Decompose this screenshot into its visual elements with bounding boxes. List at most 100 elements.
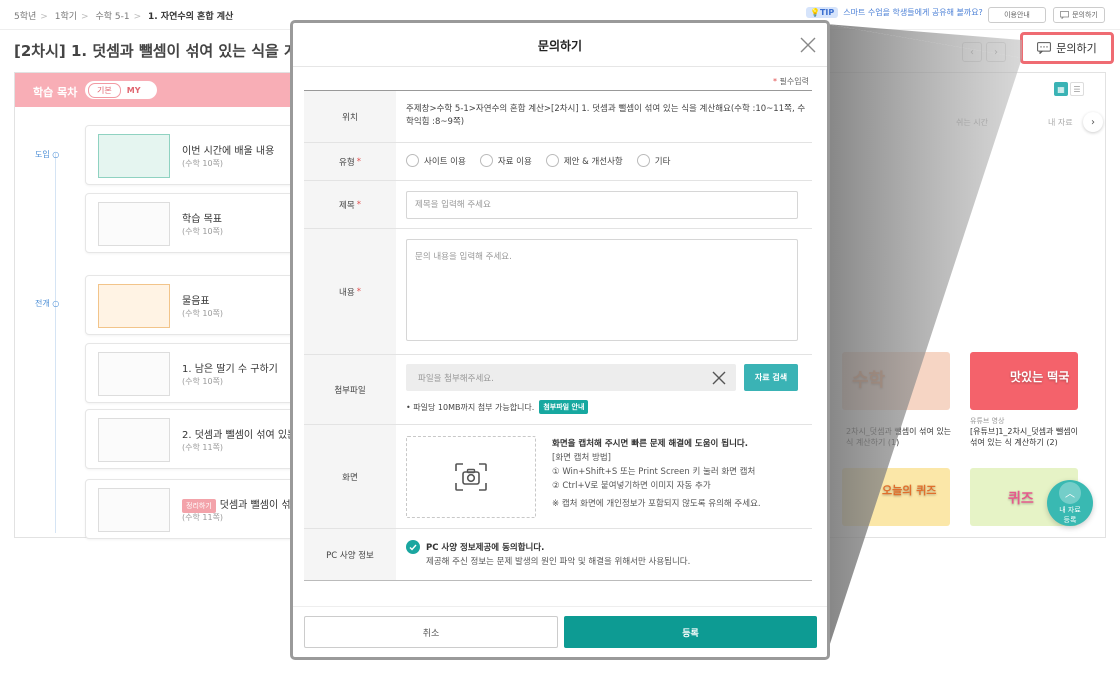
chevron-up-icon: ︿ bbox=[1059, 481, 1081, 504]
stage-development: 전개 ○ bbox=[35, 299, 60, 308]
pc-info-row: PC 사양 정보 PC 사양 정보제공에 동의합니다. 제공해 주신 정보는 문… bbox=[304, 529, 812, 581]
lesson-card[interactable]: 물음표 (수학 10쪽) bbox=[85, 275, 309, 335]
lesson-thumbnail bbox=[98, 418, 170, 462]
lesson-thumbnail bbox=[98, 134, 170, 178]
radio-circle[interactable] bbox=[545, 154, 559, 167]
type-option-material[interactable]: 자료 이용 bbox=[479, 154, 532, 167]
subject-label: 제목 * bbox=[304, 181, 396, 228]
bulb-icon: 💡 bbox=[810, 8, 820, 17]
location-row: 위치 주제창>수학 5-1>자연수의 혼합 계산>[2차시] 1. 덧셈과 뺄셈… bbox=[304, 91, 812, 143]
lesson-card[interactable]: 2. 덧셈과 뺄셈이 섞여 있는 식을 (수학 11쪽) bbox=[85, 409, 318, 469]
subject-row: 제목 * bbox=[304, 181, 812, 229]
lesson-thumbnail bbox=[98, 284, 170, 328]
type-row: 유형 * 사이트 이용 자료 이용 제안 & 개선사항 기타 bbox=[304, 143, 812, 181]
lesson-card[interactable]: 이번 시간에 배울 내용 (수학 10쪽) bbox=[85, 125, 309, 185]
submit-button[interactable]: 등록 bbox=[564, 616, 817, 648]
type-option-other[interactable]: 기타 bbox=[636, 154, 670, 167]
capture-instructions: 화면을 캡처해 주시면 빠른 문제 해결에 도움이 됩니다. [화면 캡처 방법… bbox=[552, 439, 761, 510]
file-note: • 파일당 10MB까지 첨부 가능합니다. 첨부파일 안내 bbox=[406, 400, 589, 414]
usage-guide-button[interactable]: 이용안내 bbox=[988, 7, 1046, 23]
media-thumbnail[interactable]: 맛있는 떡국 bbox=[970, 352, 1078, 410]
chat-icon bbox=[1037, 42, 1052, 54]
toc-toggle[interactable]: 기본 MY bbox=[85, 81, 157, 99]
modal-header: 문의하기 bbox=[293, 23, 827, 67]
inquiry-form: 위치 주제창>수학 5-1>자연수의 혼합 계산>[2차시] 1. 덧셈과 뺄셈… bbox=[304, 90, 812, 581]
close-button[interactable] bbox=[798, 35, 818, 55]
lesson-thumbnail bbox=[98, 352, 170, 396]
tip-badge: 💡TIP bbox=[806, 7, 839, 18]
pc-info-checkbox[interactable] bbox=[406, 540, 420, 554]
tabs-next-icon[interactable]: › bbox=[1083, 112, 1103, 132]
type-option-site[interactable]: 사이트 이용 bbox=[406, 154, 466, 167]
next-arrow-icon[interactable]: › bbox=[986, 42, 1006, 62]
top-inquiry-button[interactable]: 문의하기 bbox=[1053, 7, 1105, 23]
subject-input[interactable] bbox=[406, 191, 798, 219]
content-label: 내용 * bbox=[304, 229, 396, 354]
lesson-thumbnail bbox=[98, 202, 170, 246]
radio-circle[interactable] bbox=[636, 154, 650, 167]
tab-my-materials[interactable]: 내 자료 bbox=[1048, 117, 1073, 128]
location-value: 주제창>수학 5-1>자연수의 혼합 계산>[2차시] 1. 덧셈과 뺄셈이 섞… bbox=[406, 104, 806, 128]
media-thumbnail[interactable]: 오늘의 퀴즈 bbox=[842, 468, 950, 526]
type-option-suggestion[interactable]: 제안 & 개선사항 bbox=[545, 154, 623, 167]
pc-info-text: PC 사양 정보제공에 동의합니다. 제공해 주신 정보는 문제 발생의 원인 … bbox=[426, 543, 691, 568]
content-row: 내용 * bbox=[304, 229, 812, 355]
footer-divider bbox=[293, 606, 827, 607]
check-icon bbox=[409, 544, 417, 551]
pc-info-label: PC 사양 정보 bbox=[304, 529, 396, 580]
lesson-card[interactable]: 정리하기 덧셈과 뺄셈이 섞여 있는 (수학 11쪽) bbox=[85, 479, 321, 539]
screen-row: 화면 화면을 캡처해 주시면 빠른 문제 해결에 도움이 됩니다. [화면 캡처… bbox=[304, 425, 812, 529]
breadcrumb-subject[interactable]: 수학 5-1 bbox=[95, 12, 129, 22]
tip-text: 스마트 수업을 학생들에게 공유해 볼까요? bbox=[843, 8, 983, 17]
tip-banner[interactable]: 💡TIP 스마트 수업을 학생들에게 공유해 볼까요? bbox=[806, 7, 983, 18]
toggle-my[interactable]: MY bbox=[127, 86, 141, 95]
file-search-button[interactable]: 자료 검색 bbox=[744, 364, 798, 391]
lesson-nav: ‹ › bbox=[962, 42, 1006, 62]
toc-header: 학습 목차 기본 MY bbox=[15, 73, 315, 107]
timeline-line bbox=[55, 153, 56, 533]
attachment-label: 첨부파일 bbox=[304, 355, 396, 424]
location-label: 위치 bbox=[304, 91, 396, 142]
capture-dropzone[interactable] bbox=[406, 436, 536, 518]
type-label: 유형 * bbox=[304, 143, 396, 180]
register-material-button[interactable]: ︿ 내 자료 등록 bbox=[1047, 480, 1093, 526]
summary-badge: 정리하기 bbox=[182, 499, 216, 513]
media-title[interactable]: 2차시_덧셈과 뺄셈이 섞여 있는 식 계산하기 (1) bbox=[846, 426, 958, 448]
view-toggle: ▦ ☰ bbox=[1054, 82, 1084, 96]
clear-file-icon[interactable] bbox=[710, 369, 728, 387]
stage-intro: 도입 ○ bbox=[35, 150, 60, 159]
toggle-basic[interactable]: 기본 bbox=[88, 82, 121, 98]
breadcrumb: 5학년 > 1학기 > 수학 5-1 > 1. 자연수의 혼합 계산 bbox=[14, 12, 234, 22]
type-radio-group: 사이트 이용 자료 이용 제안 & 개선사항 기타 bbox=[406, 154, 670, 167]
lesson-card[interactable]: 1. 남은 딸기 수 구하기 (수학 10쪽) bbox=[85, 343, 309, 403]
radio-circle[interactable] bbox=[479, 154, 493, 167]
camera-icon bbox=[455, 463, 487, 491]
tab-break-time[interactable]: 쉬는 시간 bbox=[956, 117, 988, 128]
cancel-button[interactable]: 취소 bbox=[304, 616, 558, 648]
content-textarea[interactable] bbox=[406, 239, 798, 341]
chat-icon bbox=[1060, 11, 1070, 19]
media-title[interactable]: [유튜브]1_2차시_덧셈과 뺄셈이 섞여 있는 식 계산하기 (2) bbox=[970, 426, 1082, 448]
prev-arrow-icon[interactable]: ‹ bbox=[962, 42, 982, 62]
breadcrumb-grade[interactable]: 5학년 bbox=[14, 12, 36, 22]
attachment-row: 첨부파일 파일을 첨부해주세요. 자료 검색 • 파일당 10MB까지 첨부 가… bbox=[304, 355, 812, 425]
radio-circle[interactable] bbox=[406, 154, 419, 167]
file-guide-badge[interactable]: 첨부파일 안내 bbox=[539, 400, 589, 414]
inquiry-label: 문의하기 bbox=[1056, 42, 1097, 55]
page-title: [2차시] 1. 덧셈과 뺄셈이 섞여 있는 식을 계산 bbox=[14, 42, 312, 60]
media-type: 유튜브 영상 bbox=[970, 417, 1005, 425]
breadcrumb-current: 1. 자연수의 혼합 계산 bbox=[147, 12, 234, 22]
modal-title: 문의하기 bbox=[537, 39, 583, 53]
lesson-thumbnail bbox=[98, 488, 170, 532]
screen-label: 화면 bbox=[304, 425, 396, 528]
breadcrumb-semester[interactable]: 1학기 bbox=[55, 12, 77, 22]
inquiry-button-highlighted[interactable]: 문의하기 bbox=[1020, 32, 1114, 64]
grid-view-icon[interactable]: ▦ bbox=[1054, 82, 1068, 96]
lesson-card[interactable]: 학습 목표 (수학 10쪽) bbox=[85, 193, 309, 253]
required-note: * 필수입력 bbox=[773, 77, 809, 86]
toc-label: 학습 목차 bbox=[33, 86, 78, 99]
file-input[interactable]: 파일을 첨부해주세요. bbox=[406, 364, 736, 391]
list-view-icon[interactable]: ☰ bbox=[1070, 82, 1084, 96]
file-placeholder: 파일을 첨부해주세요. bbox=[418, 374, 494, 384]
media-thumbnail[interactable]: 수학 bbox=[842, 352, 950, 410]
